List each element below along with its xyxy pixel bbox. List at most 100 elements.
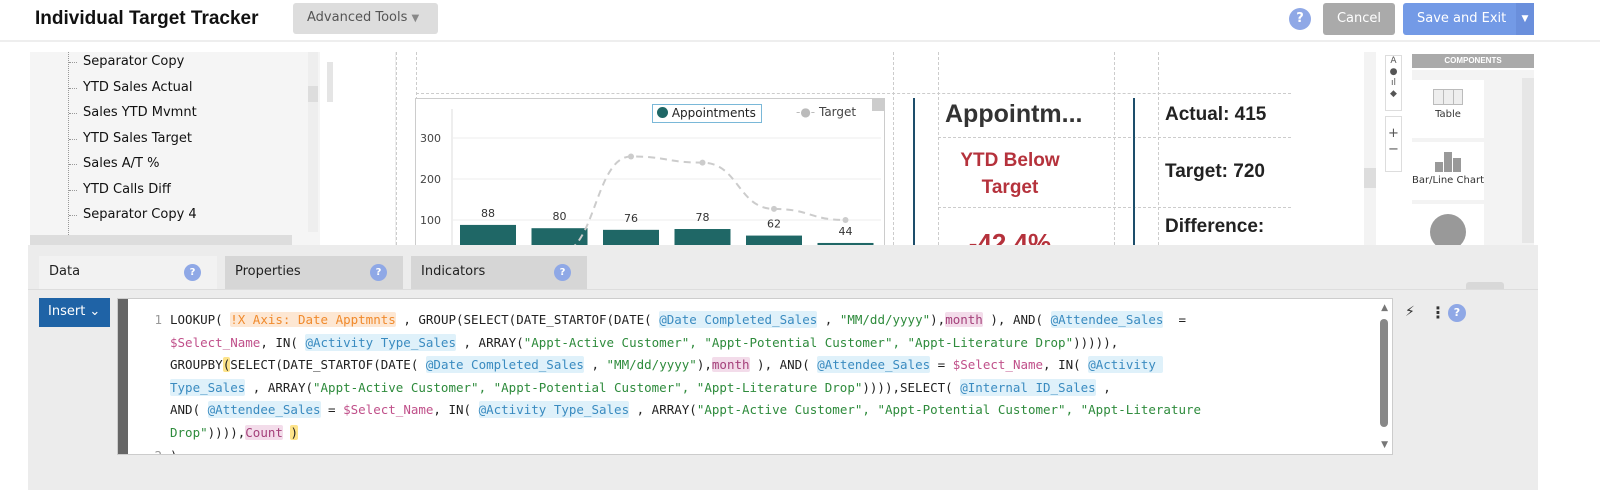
editor-scrollbar[interactable] (1380, 319, 1388, 427)
kpi-percent: -42.4% (968, 228, 1052, 245)
pie-tool-icon[interactable]: ● (1386, 67, 1401, 78)
y-tick-label: 100 (420, 214, 441, 227)
components-header: COMPONENTS (1412, 54, 1534, 68)
code-token: @Date Completed_Sales (659, 311, 818, 328)
code-token: Drop" (170, 424, 208, 440)
y-tick-label: 300 (420, 132, 441, 145)
insert-button[interactable]: Insert ⌄ (39, 298, 110, 327)
tab-indicators[interactable]: Indicators? (411, 256, 587, 289)
more-options-icon[interactable]: ⋮ (1430, 303, 1446, 322)
kpi-actual: Actual: 415 (1165, 104, 1267, 125)
code-token: ) (290, 424, 298, 440)
bar-value-label: 44 (839, 225, 853, 238)
help-icon[interactable]: ? (370, 264, 387, 281)
code-token: $Select_Name (343, 402, 434, 418)
components-scrollbar[interactable] (1522, 78, 1534, 243)
code-line[interactable]: GROUPBY(SELECT(DATE_STARTOF(DATE( @Date … (132, 354, 1201, 377)
formula-editor[interactable]: 1 LOOKUP( !X Axis: Date Apptmnts , GROUP(… (117, 298, 1393, 455)
chart-svg: 100 200 300 88 80 76 78 62 44 (420, 109, 881, 247)
code-line[interactable]: $Select_Name, IN( @Activity Type_Sales ,… (132, 332, 1201, 355)
code-token: @Activity (1088, 356, 1164, 374)
chart-menu-icon[interactable] (872, 99, 884, 111)
tab-data[interactable]: Data? (39, 256, 217, 289)
code-token: )))), (207, 424, 246, 440)
scroll-down-icon[interactable]: ▼ (1381, 440, 1388, 450)
code-token: ), (696, 357, 712, 373)
code-token: $Select_Name (952, 357, 1044, 373)
tree-item[interactable]: Sales A/T % (68, 156, 159, 171)
code-token: , (817, 312, 840, 327)
code-line[interactable]: 1 LOOKUP( !X Axis: Date Apptmnts , GROUP(… (132, 309, 1201, 332)
text-tool-icon[interactable]: A (1386, 56, 1401, 67)
code-line[interactable]: 2) (132, 445, 1201, 454)
target-point (842, 217, 849, 223)
save-and-exit-button[interactable]: Save and Exit ▼ (1403, 3, 1534, 35)
formula-code[interactable]: 1 LOOKUP( !X Axis: Date Apptmnts , GROUP(… (132, 309, 1201, 454)
component-bar-line-chart[interactable]: Bar/Line Chart (1412, 142, 1484, 200)
kpi-title: Appointm... (945, 100, 1083, 128)
tree-item[interactable]: YTD Sales Actual (68, 80, 192, 95)
save-options-caret-icon[interactable]: ▼ (1516, 3, 1534, 35)
legend-line-icon: -●- (796, 105, 816, 119)
advanced-tools-dropdown[interactable]: Advanced Tools ▼ (293, 3, 438, 34)
code-token: @Internal ID_Sales (960, 378, 1096, 396)
tree-scroll-thumb[interactable] (308, 86, 318, 102)
code-line[interactable]: Type_Sales , ARRAY("Appt-Active Customer… (132, 377, 1201, 400)
tree-item[interactable]: Sales YTD Mvmnt (69, 105, 197, 120)
target-point (628, 153, 634, 160)
legend-appointments[interactable]: Appointments (652, 104, 762, 123)
editor-gutter[interactable] (118, 299, 128, 454)
y-tick-label: 200 (420, 173, 441, 186)
tree-item[interactable]: Separator Copy (68, 54, 184, 69)
code-token: ), (930, 312, 946, 327)
tab-properties[interactable]: Properties? (225, 256, 403, 289)
code-line[interactable]: AND( @Attendee_Sales = $Select_Name, IN(… (132, 399, 1201, 422)
editor-help-icon[interactable]: ? (1448, 304, 1466, 322)
bar-value-label: 78 (696, 211, 710, 224)
tree-item[interactable]: Separator Copy 4 (69, 207, 197, 222)
component-label: Bar/Line Chart (1412, 175, 1484, 186)
canvas-scrollbar[interactable] (1364, 52, 1376, 245)
code-token: AND( (170, 402, 208, 418)
code-token: ) (170, 448, 178, 454)
legend-label: Target (818, 105, 857, 119)
divider (1133, 98, 1135, 245)
code-token: , IN( (433, 402, 479, 418)
zoom-out-icon[interactable]: − (1386, 142, 1401, 158)
line-number: 1 (154, 312, 162, 327)
code-token: ), AND( (749, 357, 818, 373)
code-token: month (945, 312, 983, 327)
help-icon[interactable]: ? (1289, 8, 1311, 30)
kpi-status: YTD Below Target (960, 150, 1060, 198)
help-icon[interactable]: ? (184, 264, 201, 281)
bolt-icon[interactable]: ⚡ (1405, 304, 1415, 320)
component-gauge[interactable] (1412, 204, 1484, 245)
code-line[interactable]: Drop")))),Count ) (132, 422, 1201, 445)
bar-value-label: 88 (481, 207, 495, 220)
cancel-button[interactable]: Cancel (1323, 3, 1395, 35)
code-token: @Attendee_Sales (207, 401, 321, 419)
help-icon[interactable]: ? (554, 264, 571, 281)
scroll-up-icon[interactable]: ▲ (1381, 303, 1388, 313)
tree-hscrollbar[interactable] (30, 235, 292, 245)
code-token: LOOKUP( (170, 312, 231, 327)
code-token: ))))), (1073, 334, 1119, 350)
appointments-chart[interactable]: 100 200 300 88 80 76 78 62 44 (415, 98, 885, 248)
shape-tool-icon[interactable]: ◆ (1386, 89, 1401, 100)
code-token: , GROUP(SELECT(DATE_STARTOF(DATE( (395, 312, 660, 327)
component-table[interactable]: Table (1412, 80, 1484, 138)
tree-item[interactable]: YTD Calls Diff (69, 182, 171, 197)
tree-scrollbar[interactable] (308, 52, 318, 232)
bar-value-label: 76 (624, 212, 638, 225)
bar-tool-icon[interactable]: ıl (1386, 78, 1401, 89)
target-point (699, 159, 706, 166)
legend-target[interactable]: -●- Target (796, 105, 856, 119)
code-token: @Attendee_Sales (1050, 311, 1164, 328)
save-label: Save and Exit (1417, 11, 1507, 26)
tree-item[interactable]: YTD Sales Target (69, 131, 192, 146)
panel-scrollbar[interactable] (327, 62, 333, 102)
panel-resize-handle[interactable] (1466, 282, 1504, 289)
zoom-in-icon[interactable]: + (1386, 126, 1401, 142)
component-tree: Separator Copy YTD Sales Actual Sales YTD … (30, 52, 320, 245)
code-token: Count (245, 424, 283, 440)
